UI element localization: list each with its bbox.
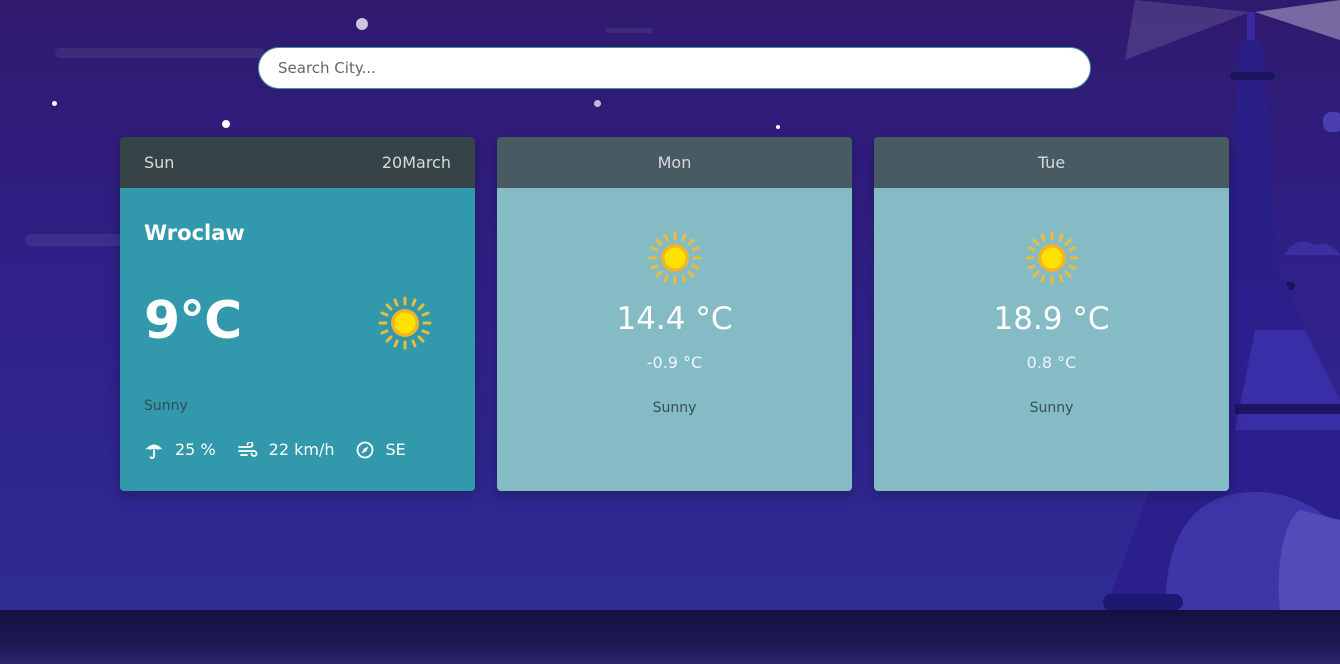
forecast-card-header: Tue <box>874 137 1229 188</box>
sun-icon <box>648 231 701 285</box>
direction-value: SE <box>385 440 406 459</box>
ground-strip <box>0 610 1340 664</box>
forecast-condition: Sunny <box>1029 400 1074 416</box>
city-name: Wroclaw <box>144 221 245 245</box>
direction-stat: SE <box>356 440 406 459</box>
today-day: Sun <box>144 153 175 172</box>
forecast-condition: Sunny <box>652 400 697 416</box>
wind-icon <box>237 441 258 457</box>
forecast-max-temp: 14.4 °C <box>616 301 733 337</box>
forecast-card-body: 14.4 °C -0.9 °C Sunny <box>497 188 852 491</box>
star <box>776 125 780 129</box>
today-card: Sun 20March Wroclaw 9°C Sunny 25 % 22 km… <box>120 137 475 491</box>
star <box>52 101 57 106</box>
wind-value: 22 km/h <box>268 440 335 459</box>
weather-stats: 25 % 22 km/h SE <box>144 440 428 459</box>
condition-text: Sunny <box>144 398 188 414</box>
star <box>356 18 368 30</box>
today-card-body: Wroclaw 9°C Sunny 25 % 22 km/h SE <box>120 188 475 491</box>
sun-icon <box>1025 231 1078 285</box>
forecast-day: Mon <box>657 153 692 172</box>
today-card-header: Sun 20March <box>120 137 475 188</box>
forecast-card-header: Mon <box>497 137 852 188</box>
forecast-day: Tue <box>1037 153 1066 172</box>
wind-stat: 22 km/h <box>237 440 335 459</box>
precipitation-stat: 25 % <box>144 440 216 459</box>
umbrella-icon <box>145 444 163 459</box>
forecast-card-body: 18.9 °C 0.8 °C Sunny <box>874 188 1229 491</box>
search-input[interactable] <box>278 59 1071 77</box>
forecast-min-temp: 0.8 °C <box>1026 353 1077 372</box>
forecast-min-temp: -0.9 °C <box>646 353 703 372</box>
cloud-streak <box>55 48 265 58</box>
star <box>594 100 601 107</box>
current-temperature: 9°C <box>144 291 242 351</box>
search-bar[interactable] <box>258 47 1091 89</box>
today-date: 20March <box>381 153 451 172</box>
forecast-card: Mon 14.4 °C -0.9 °C Sunny <box>497 137 852 491</box>
forecast-card: Tue 18.9 °C 0.8 °C Sunny <box>874 137 1229 491</box>
forecast-max-temp: 18.9 °C <box>993 301 1110 337</box>
precipitation-value: 25 % <box>175 440 216 459</box>
compass-icon <box>357 441 374 458</box>
cloud-streak <box>25 234 125 246</box>
star <box>222 120 230 128</box>
cloud-streak <box>605 28 653 33</box>
sun-icon <box>378 296 432 350</box>
